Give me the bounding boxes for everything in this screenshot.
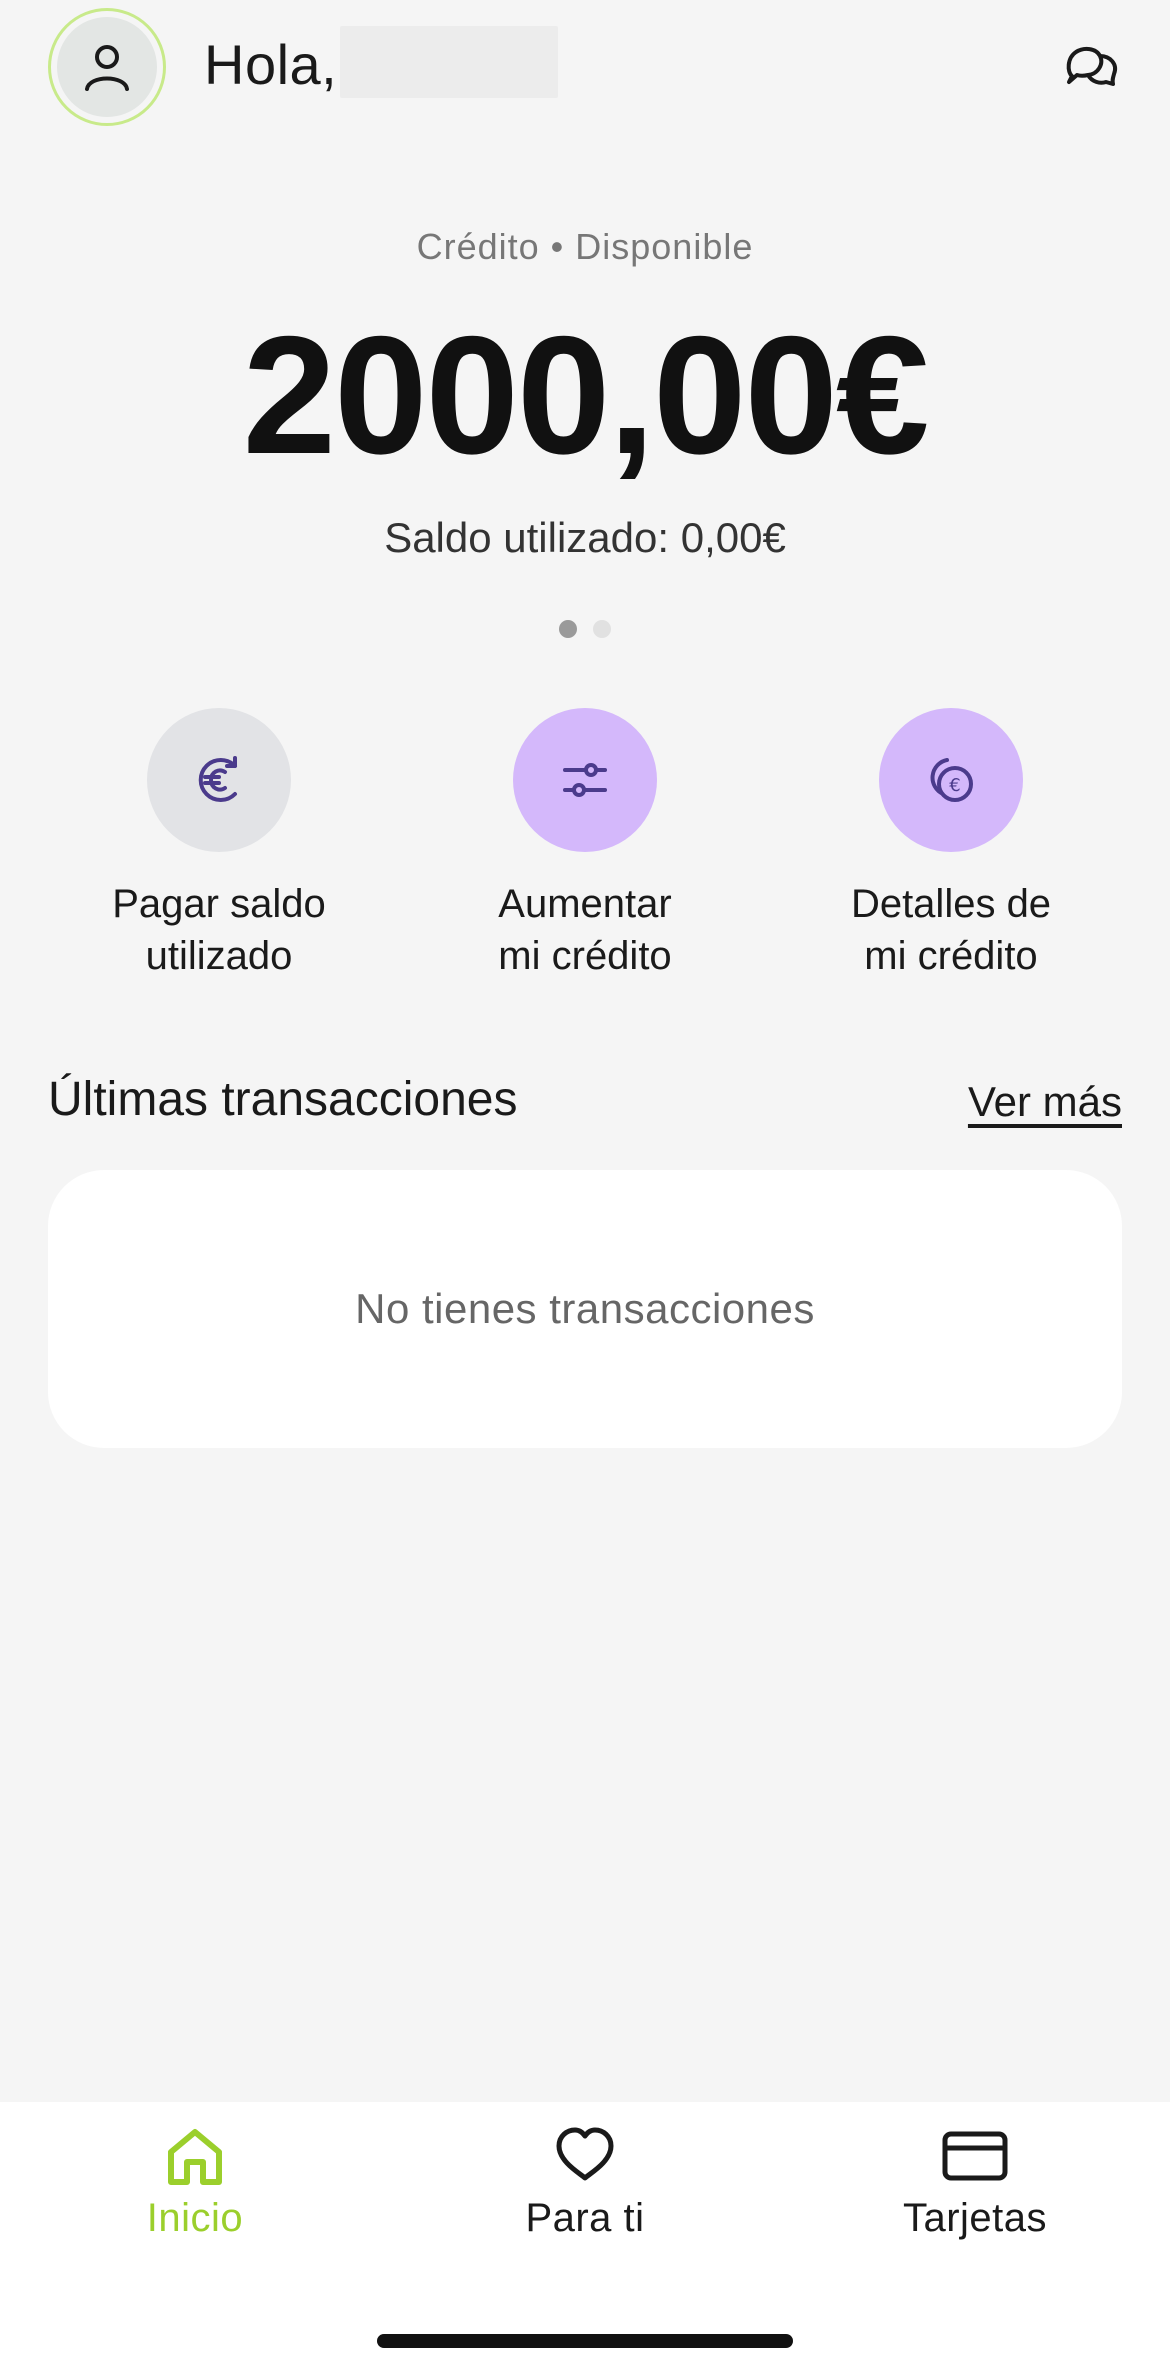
header: Hola, — [0, 0, 1170, 140]
nav-label: Inicio — [146, 2196, 244, 2240]
carousel-page-indicator[interactable] — [0, 620, 1170, 638]
card-icon — [942, 2131, 1008, 2181]
chat-bubbles-icon — [1066, 46, 1117, 86]
action-circle: € — [879, 708, 1023, 852]
action-circle — [147, 708, 291, 852]
action-circle — [513, 708, 657, 852]
quick-actions: Pagar saldo utilizado Aumentar mi crédit… — [0, 708, 1170, 988]
svg-text:€: € — [949, 775, 960, 796]
empty-transactions-text: No tienes transacciones — [355, 1285, 815, 1332]
nav-label: Para ti — [525, 2196, 645, 2240]
euro-refresh-icon — [198, 756, 237, 802]
see-more-link[interactable]: Ver más — [968, 1078, 1122, 1126]
action-label: Pagar saldo utilizado — [112, 882, 326, 978]
transactions-card: No tienes transacciones — [48, 1170, 1122, 1448]
action-label: Aumentar mi crédito — [498, 882, 672, 978]
chat-button[interactable] — [1060, 36, 1124, 100]
coins-euro-icon: € — [930, 758, 973, 802]
balance-amount: 2000,00€ — [242, 301, 930, 489]
home-icon — [168, 2129, 222, 2185]
transactions-title: Últimas transacciones — [48, 1073, 518, 1126]
avatar-circle — [57, 17, 157, 117]
balance-used: Saldo utilizado: 0,00€ — [384, 514, 786, 561]
action-label: Detalles de mi crédito — [850, 882, 1052, 978]
nav-for-you[interactable]: Para ti — [435, 2124, 735, 2241]
nav-label: Tarjetas — [902, 2196, 1048, 2240]
sliders-icon — [563, 763, 607, 797]
redacted-user-name — [340, 26, 558, 98]
balance-label: Crédito • Disponible — [416, 226, 754, 267]
nav-home[interactable]: Inicio — [45, 2124, 345, 2241]
home-indicator-bar — [377, 2334, 793, 2348]
credit-details-button[interactable]: € Detalles de mi crédito — [801, 708, 1101, 982]
greeting-text: Hola, — [204, 33, 338, 96]
nav-cards[interactable]: Tarjetas — [825, 2124, 1125, 2241]
user-icon — [85, 45, 129, 91]
pay-used-balance-button[interactable]: Pagar saldo utilizado — [69, 708, 369, 982]
page-dot[interactable] — [593, 620, 611, 638]
increase-credit-button[interactable]: Aumentar mi crédito — [435, 708, 735, 982]
heart-icon — [556, 2127, 614, 2181]
page-dot-active[interactable] — [559, 620, 577, 638]
avatar[interactable] — [48, 8, 166, 126]
